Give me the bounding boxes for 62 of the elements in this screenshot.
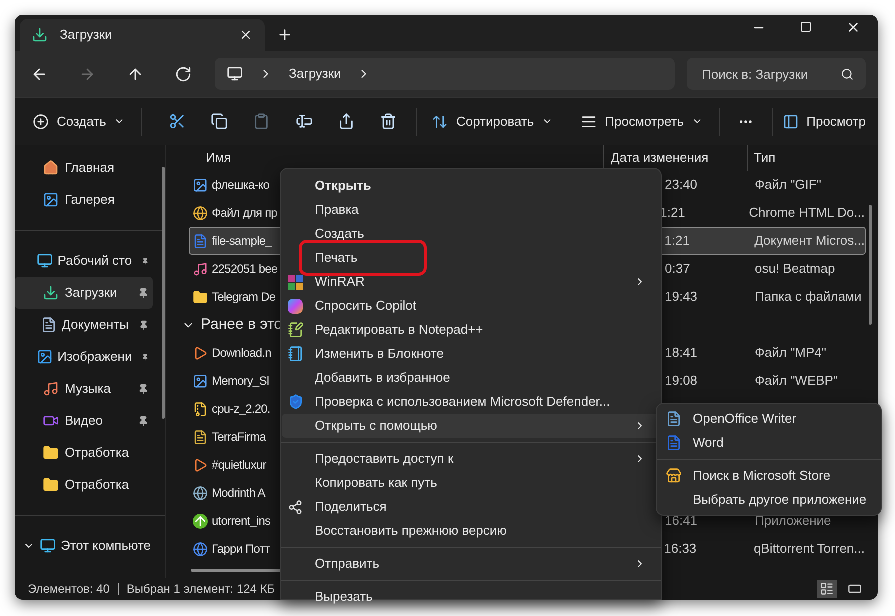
file-date: 1:21 [660,205,686,220]
file-type: Приложение [755,513,832,528]
sidebar-label: Рабочий сто [58,252,132,270]
file-name: #quietluxur [212,457,266,474]
file-date: 1:21 [664,233,690,248]
file-name: Download.n [212,345,272,362]
file-date: 0:37 [665,261,690,276]
tab-title: Загрузки [60,26,114,44]
sidebar-label: Отработка [65,444,130,462]
menu-label: Открыть [315,177,372,196]
menu-label: Копировать как путь [315,474,438,492]
menu-label: Отправить [315,555,380,574]
file-date: 23:40 [665,177,698,192]
file-date: 16:33 [664,541,697,556]
menu-label: Добавить в избранное [315,369,450,388]
file-name: 2252051 bee [212,261,278,278]
menu-label: Изменить в Блокноте [315,345,444,364]
file-date: 16:41 [665,513,698,528]
menu-label: Поделиться [315,498,387,516]
sidebar-label: Изображени [58,348,132,366]
menu-label: WinRAR [315,273,365,292]
menu-label: Вырезать [315,588,373,606]
file-type: Файл "MP4" [755,345,827,360]
menu-label: Создать [315,225,364,244]
file-type: Chrome HTML Do... [749,205,865,220]
sidebar-label: Загрузки [65,284,118,302]
file-name: Modrinth A [212,485,266,502]
file-name: utorrent_ins [212,513,271,530]
file-name: Memory_Sl [212,373,270,390]
menu-label: Открыть с помощью [315,417,438,436]
sidebar-label: Этот компьюте [61,537,151,556]
file-type: Файл "GIF" [755,177,822,192]
sidebar-label: Музыка [65,380,111,398]
sidebar-label: Отработка [65,476,130,494]
file-date: 19:08 [665,373,698,388]
menu-label: Редактировать в Notepad++ [315,321,484,340]
file-date: 19:43 [665,289,698,304]
file-type: qBittorrent Torren... [754,541,865,556]
file-type: Папка с файлами [755,289,862,304]
menu-label: Проверка с использованием Microsoft Defender... [315,393,610,412]
file-type: osu! Beatmap [755,261,836,276]
menu-label: Спросить Copilot [315,297,416,316]
file-name: Гарри Потт [212,541,270,558]
file-name: cpu-z_2.20. [212,401,270,418]
sidebar-label: Документы [62,316,130,334]
menu-label: Предоставить доступ к [315,450,454,468]
selection-info: Выбран 1 элемент: 124 КБ [126,581,276,598]
menu-label: Восстановить прежнюю версию [315,522,507,540]
sidebar-label: Главная [65,159,114,178]
menu-label: Печать [315,249,358,268]
file-name: Telegram De [212,289,276,306]
file-name: TerraFirma [212,429,266,446]
file-name: file-sample_ [212,233,272,250]
menu-label: Правка [315,201,359,220]
file-type: Файл "WEBP" [755,373,838,388]
sidebar-label: Видео [65,412,103,430]
file-name: флешка-ко [212,177,270,194]
sidebar-label: Галерея [65,191,115,210]
file-type: Документ Micros... [754,233,865,248]
item-count: Элементов: 40 [28,581,110,598]
file-date: 18:41 [665,345,698,360]
file-name: Файл для пр [212,205,278,222]
